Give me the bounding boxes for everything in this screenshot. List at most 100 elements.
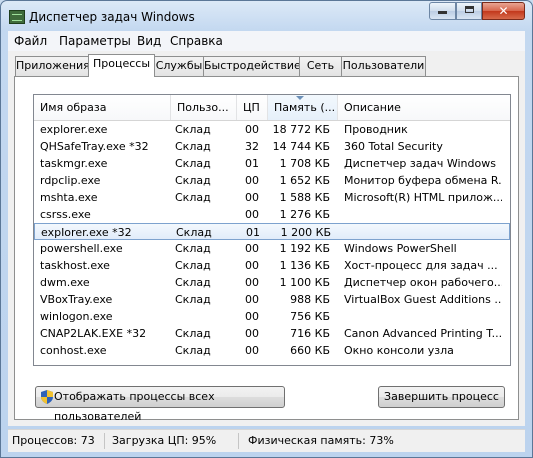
cell-description: Canon Advanced Printing T...: [344, 327, 502, 340]
table-row[interactable]: dwm.exe Склад 00 1 100 КБ Диспетчер окон раб…: [34, 274, 510, 291]
tab-applications[interactable]: Приложения: [15, 56, 90, 76]
table-row[interactable]: mshta.exe Склад 00 1 588 КБ Microsoft(R) HTM…: [34, 189, 510, 206]
cell-cpu: 01: [245, 157, 259, 170]
menu-bar: Файл Параметры Вид Справка: [8, 31, 525, 51]
show-all-users-processes-button[interactable]: Отображать процессы всех пользователей: [35, 386, 285, 423]
table-row[interactable]: QHSafeTray.exe *32 Склад 32 14 744 КБ 360 To…: [34, 138, 510, 155]
cell-cpu: 00: [245, 123, 259, 136]
column-header-memory[interactable]: Память (...: [268, 95, 338, 120]
cell-memory: 1 200 КБ: [280, 226, 331, 239]
cell-memory: 14 744 КБ: [272, 140, 330, 153]
cell-memory: 18 772 КБ: [272, 123, 330, 136]
client-area: Приложения Процессы Службы Быстродействи…: [8, 51, 525, 426]
cell-user: Склад: [175, 242, 211, 255]
tab-performance[interactable]: Быстродействие: [203, 56, 301, 76]
column-header-memory-label: Память (...: [274, 101, 336, 114]
cell-user: Склад: [175, 276, 211, 289]
cell-user: Склад: [175, 327, 211, 340]
table-row[interactable]: winlogon.exe 00 756 КБ: [34, 308, 510, 325]
cell-description: [344, 206, 502, 223]
cell-image-name: explorer.exe: [40, 123, 108, 136]
status-process-count: Процессов: 73: [12, 434, 95, 447]
cell-image-name: taskmgr.exe: [40, 157, 108, 170]
cell-description: Диспетчер окон рабочего...: [344, 276, 502, 289]
cell-cpu: 01: [246, 226, 260, 239]
cell-cpu: 00: [245, 208, 259, 221]
table-row[interactable]: VBoxTray.exe Склад 00 988 КБ VirtualBox Gues…: [34, 291, 510, 308]
cell-cpu: 00: [245, 259, 259, 272]
cell-description: Монитор буфера обмена R...: [344, 174, 502, 187]
column-header-description[interactable]: Описание: [338, 95, 510, 120]
minimize-icon: [438, 11, 447, 14]
title-bar[interactable]: Диспетчер задач Windows ✕: [1, 1, 532, 31]
column-header-image-name[interactable]: Имя образа: [34, 95, 171, 120]
table-row[interactable]: rdpclip.exe Склад 00 1 652 КБ Монитор буфера…: [34, 172, 510, 189]
menu-view[interactable]: Вид: [137, 34, 161, 48]
tab-network[interactable]: Сеть: [299, 56, 342, 76]
status-bar: Процессов: 73 Загрузка ЦП: 95% Физическа…: [8, 429, 525, 452]
cell-cpu: 00: [245, 242, 259, 255]
minimize-button[interactable]: [429, 2, 456, 20]
tab-services[interactable]: Службы: [154, 56, 204, 76]
cell-image-name: powershell.exe: [40, 242, 123, 255]
window-title: Диспетчер задач Windows: [29, 10, 195, 24]
menu-file[interactable]: Файл: [14, 34, 47, 48]
tab-users[interactable]: Пользователи: [341, 56, 426, 76]
cell-cpu: 00: [245, 293, 259, 306]
cell-cpu: 00: [245, 344, 259, 357]
status-physical-memory: Физическая память: 73%: [248, 434, 394, 447]
maximize-button[interactable]: [456, 2, 482, 20]
table-row[interactable]: explorer.exe Склад 00 18 772 КБ Проводник: [34, 121, 510, 138]
tab-processes[interactable]: Процессы: [88, 54, 155, 77]
column-header-cpu[interactable]: ЦП: [237, 95, 268, 120]
processes-tab-page: Имя образа Пользо... ЦП Память (... Опис…: [14, 76, 519, 423]
table-row[interactable]: taskhost.exe Склад 00 1 136 КБ Хост-процесс …: [34, 257, 510, 274]
cell-memory: 1 588 КБ: [279, 191, 330, 204]
table-row[interactable]: powershell.exe Склад 00 1 192 КБ Windows Pow…: [34, 240, 510, 257]
cell-user: Склад: [175, 123, 211, 136]
cell-image-name: mshta.exe: [40, 191, 98, 204]
cell-user: Склад: [175, 140, 211, 153]
cell-description: Проводник: [344, 123, 408, 136]
status-cpu-usage: Загрузка ЦП: 95%: [112, 434, 217, 447]
cell-description: Хост-процесс для задач ...: [344, 259, 498, 272]
table-row[interactable]: expIorer.exe *32 Склад 01 1 200 КБ: [34, 223, 510, 240]
cell-user: Склад: [176, 226, 212, 239]
table-row[interactable]: conhost.exe Склад 00 660 КБ Окно консоли узл…: [34, 342, 510, 359]
cell-cpu: 00: [245, 191, 259, 204]
cell-user: Склад: [175, 174, 211, 187]
cell-image-name: winlogon.exe: [40, 310, 113, 323]
cell-memory: 1 652 КБ: [279, 174, 330, 187]
cell-cpu: 32: [245, 140, 259, 153]
cell-user: Склад: [175, 259, 211, 272]
cell-memory: 716 КБ: [290, 327, 330, 340]
cell-image-name: QHSafeTray.exe *32: [40, 140, 149, 153]
cell-memory: 1 136 КБ: [279, 259, 330, 272]
column-header-user[interactable]: Пользо...: [171, 95, 237, 120]
cell-image-name: taskhost.exe: [40, 259, 110, 272]
cell-image-name: rdpclip.exe: [40, 174, 101, 187]
cell-description: [344, 308, 502, 325]
table-row[interactable]: csrss.exe 00 1 276 КБ: [34, 206, 510, 223]
table-row[interactable]: taskmgr.exe Склад 01 1 708 КБ Диспетчер зада…: [34, 155, 510, 172]
cell-image-name: conhost.exe: [40, 344, 107, 357]
close-icon: ✕: [498, 4, 509, 18]
cell-description: VirtualBox Guest Additions ...: [344, 293, 502, 306]
cell-image-name: CNAP2LAK.EXE *32: [40, 327, 147, 340]
table-row[interactable]: CNAP2LAK.EXE *32 Склад 00 716 КБ Canon Advan…: [34, 325, 510, 342]
task-manager-app-icon: [9, 10, 25, 24]
list-header: Имя образа Пользо... ЦП Память (... Опис…: [34, 95, 510, 121]
cell-description: [345, 224, 503, 241]
end-process-button[interactable]: Завершить процесс: [378, 386, 505, 408]
cell-memory: 1 192 КБ: [279, 242, 330, 255]
menu-options[interactable]: Параметры: [59, 34, 131, 48]
task-manager-window: Диспетчер задач Windows ✕ Файл Параметры…: [0, 0, 533, 458]
cell-memory: 1 100 КБ: [279, 276, 330, 289]
cell-description: Microsoft(R) HTML прилож...: [344, 191, 502, 204]
cell-cpu: 00: [245, 174, 259, 187]
process-list[interactable]: Имя образа Пользо... ЦП Память (... Опис…: [33, 94, 511, 366]
close-button[interactable]: ✕: [482, 2, 525, 20]
maximize-icon: [464, 6, 474, 13]
menu-help[interactable]: Справка: [170, 34, 223, 48]
cell-description: Окно консоли узла: [344, 344, 454, 357]
